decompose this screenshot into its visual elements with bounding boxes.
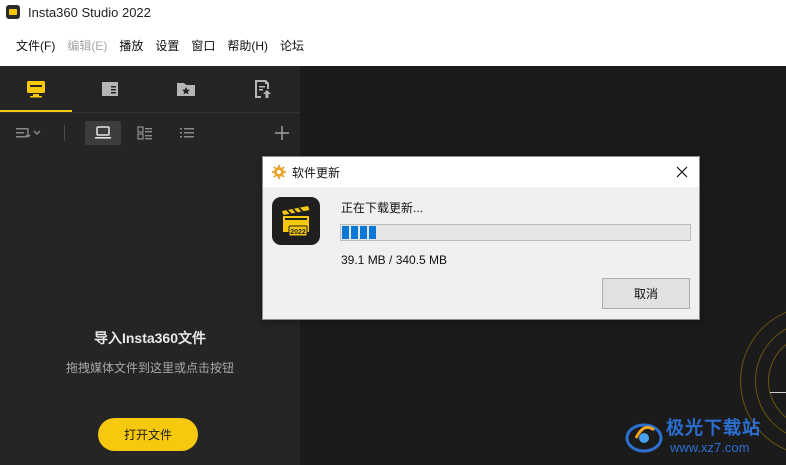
menu-window[interactable]: 窗口 — [191, 37, 215, 54]
progress-segment — [360, 226, 367, 239]
dialog-title: 软件更新 — [292, 165, 341, 180]
software-update-dialog: 软件更新 2022 正在下载更新... 39.1 MB / 340.5 MB 取… — [262, 156, 700, 320]
close-icon — [676, 166, 688, 178]
menu-playback[interactable]: 播放 — [119, 37, 143, 54]
progress-segment — [351, 226, 358, 239]
progress-segment — [369, 226, 376, 239]
monitor-icon — [27, 81, 45, 98]
menu-help[interactable]: 帮助(H) — [227, 37, 268, 54]
tab-sd-card[interactable] — [74, 66, 146, 112]
sort-icon — [16, 128, 41, 138]
grid-list-view-icon — [137, 126, 152, 140]
menu-file[interactable]: 文件(F) — [16, 37, 55, 54]
export-list-icon — [255, 80, 271, 98]
app-icon-badge: 2022 — [290, 229, 306, 236]
progress-fill — [342, 226, 376, 239]
window-title: Insta360 Studio 2022 — [28, 4, 151, 20]
dialog-title-bar: 软件更新 — [263, 157, 699, 187]
watermark-title: 极光下载站 — [666, 418, 761, 438]
watermark: 极光下载站 www.xz7.com — [624, 412, 784, 462]
cancel-button[interactable]: 取消 — [602, 278, 690, 309]
starred-folder-icon — [177, 83, 195, 96]
tab-local-files[interactable] — [0, 66, 72, 112]
sort-button[interactable] — [12, 121, 46, 145]
grid-list-view-button[interactable] — [128, 121, 162, 145]
open-file-button[interactable]: 打开文件 — [98, 418, 198, 451]
tab-export[interactable] — [226, 66, 298, 112]
menu-edit[interactable]: 编辑(E) — [67, 37, 107, 54]
list-view-button[interactable] — [170, 121, 204, 145]
progress-segment — [342, 226, 349, 239]
toolbar-divider — [64, 125, 65, 141]
title-bar: Insta360 Studio 2022 — [0, 0, 786, 24]
update-gear-icon — [272, 165, 286, 179]
media-library-panel: 导入Insta360文件 拖拽媒体文件到这里或点击按钮 打开文件 — [0, 66, 300, 465]
thumbnail-view-button[interactable] — [85, 121, 121, 145]
download-progress-bar — [340, 224, 691, 241]
watermark-logo-icon — [625, 423, 663, 453]
clapperboard-icon: 2022 — [282, 206, 310, 237]
empty-state-title: 导入Insta360文件 — [93, 330, 207, 346]
menu-settings[interactable]: 设置 — [155, 37, 179, 54]
add-media-button[interactable] — [268, 121, 296, 145]
list-view-icon — [180, 128, 194, 138]
watermark-url: www.xz7.com — [670, 440, 750, 455]
download-size-text: 39.1 MB / 340.5 MB — [341, 253, 448, 267]
download-status-text: 正在下载更新... — [341, 201, 424, 215]
library-tab-bar — [0, 66, 300, 113]
plus-icon — [275, 126, 289, 140]
app-logo-icon — [6, 5, 20, 19]
sd-card-icon — [102, 82, 118, 96]
empty-state-subtitle: 拖拽媒体文件到这里或点击按钮 — [65, 361, 234, 375]
menu-bar: 文件(F) 编辑(E) 播放 设置 窗口 帮助(H) 论坛 — [0, 24, 786, 66]
library-toolbar — [0, 114, 300, 152]
thumbnail-view-icon — [95, 126, 111, 139]
decorative-line — [770, 392, 786, 393]
menu-forum[interactable]: 论坛 — [280, 37, 304, 54]
insta360-studio-app-icon: 2022 — [272, 197, 320, 245]
tab-favorites[interactable] — [150, 66, 222, 112]
dialog-close-button[interactable] — [673, 163, 691, 181]
